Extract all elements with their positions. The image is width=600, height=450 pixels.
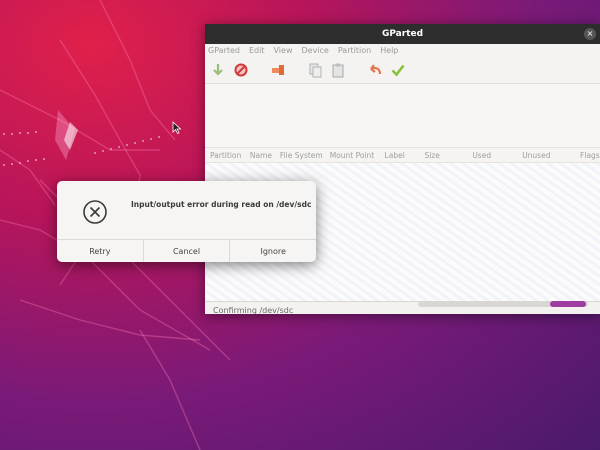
menu-device[interactable]: Device (301, 46, 328, 55)
column-name[interactable]: Name (250, 151, 280, 160)
dialog-button-row: Retry Cancel Ignore (57, 239, 316, 262)
gparted-window: GParted × GParted Edit View Device Parti… (205, 24, 600, 314)
device-graph-area (205, 84, 600, 148)
menu-partition[interactable]: Partition (338, 46, 371, 55)
column-partition[interactable]: Partition (210, 151, 250, 160)
copy-icon[interactable] (307, 62, 323, 78)
window-titlebar[interactable]: GParted × (205, 24, 600, 44)
apply-icon[interactable] (390, 62, 406, 78)
ignore-button[interactable]: Ignore (229, 240, 316, 262)
window-title: GParted (381, 29, 424, 39)
column-mount-point[interactable]: Mount Point (330, 151, 385, 160)
dialog-message: Input/output error during read on /dev/s… (131, 200, 312, 209)
menu-gparted[interactable]: GParted (208, 46, 240, 55)
progress-bar-fill (550, 301, 586, 307)
paste-icon[interactable] (330, 62, 346, 78)
delete-icon[interactable] (233, 62, 249, 78)
error-x-icon (83, 200, 107, 224)
window-close-icon[interactable]: × (584, 28, 596, 40)
partition-table-header: Partition Name File System Mount Point L… (205, 148, 600, 163)
column-file-system[interactable]: File System (280, 151, 330, 160)
column-flags[interactable]: Flags (580, 151, 600, 160)
mouse-pointer-icon (172, 121, 182, 135)
menu-help[interactable]: Help (380, 46, 398, 55)
undo-icon[interactable] (367, 62, 383, 78)
progress-bar (418, 301, 588, 307)
error-dialog: Input/output error during read on /dev/s… (57, 181, 316, 262)
column-unused[interactable]: Unused (522, 151, 580, 160)
menu-view[interactable]: View (274, 46, 293, 55)
status-text: Confirming /dev/sdc (213, 306, 294, 314)
menu-edit[interactable]: Edit (249, 46, 265, 55)
cancel-button[interactable]: Cancel (142, 240, 230, 262)
resize-move-icon[interactable] (270, 62, 286, 78)
retry-button[interactable]: Retry (57, 240, 143, 262)
new-icon[interactable] (210, 62, 226, 78)
column-used[interactable]: Used (472, 151, 522, 160)
toolbar (205, 57, 600, 84)
column-label[interactable]: Label (385, 151, 425, 160)
column-size[interactable]: Size (424, 151, 472, 160)
menu-bar: GParted Edit View Device Partition Help (205, 44, 600, 57)
